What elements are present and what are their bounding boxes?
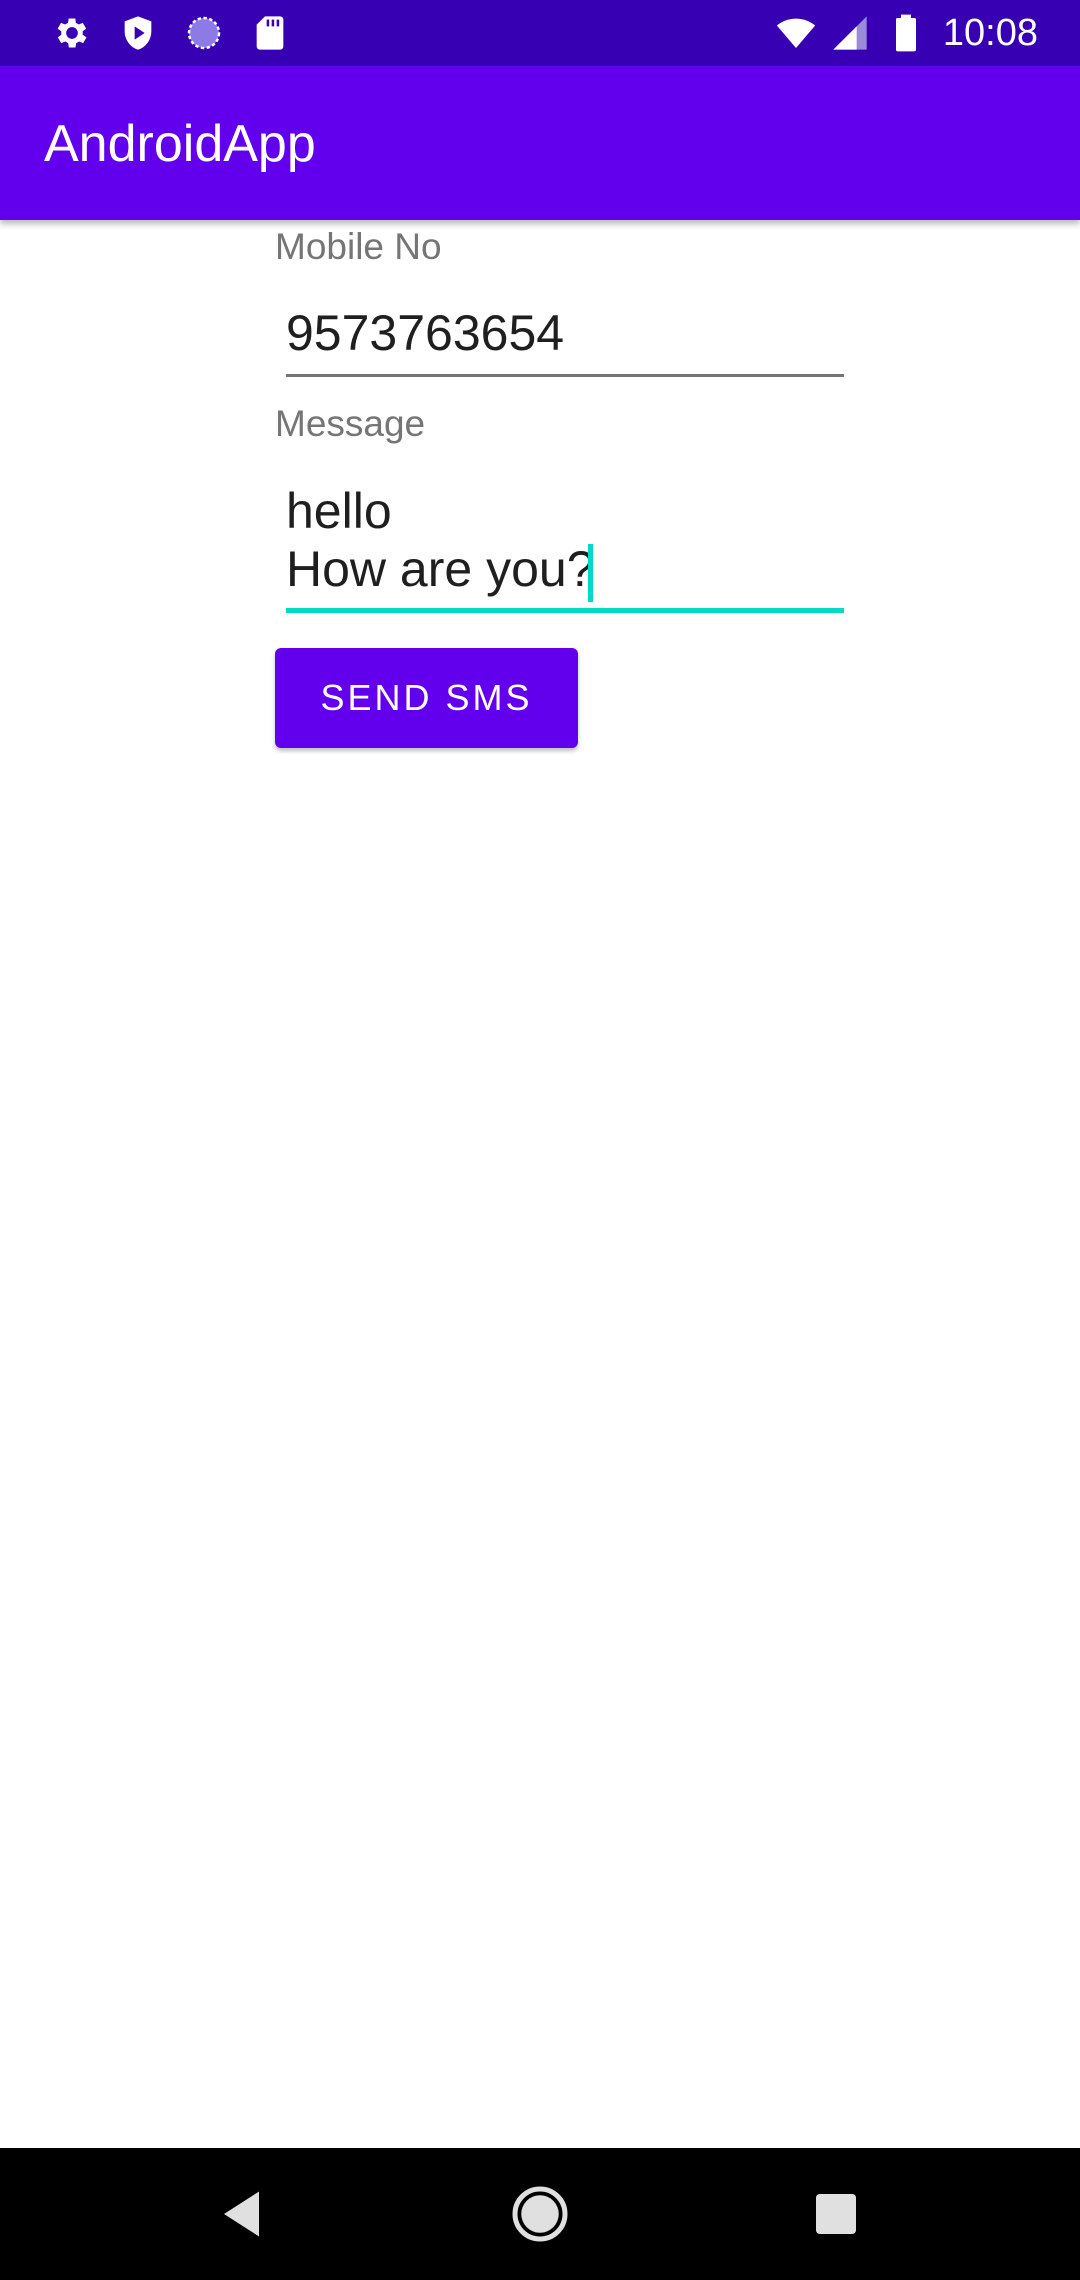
text-cursor bbox=[588, 544, 593, 602]
recents-icon[interactable] bbox=[806, 2184, 866, 2244]
send-sms-button[interactable]: SEND SMS bbox=[275, 648, 578, 748]
home-icon[interactable] bbox=[510, 2184, 570, 2244]
mobile-no-input[interactable]: 9573763654 bbox=[286, 304, 844, 377]
app-bar: AndroidApp bbox=[0, 66, 1080, 220]
message-line-1: hello bbox=[286, 483, 392, 539]
message-line-2: How are you? bbox=[286, 541, 595, 597]
battery-icon bbox=[886, 13, 926, 53]
mobile-no-label: Mobile No bbox=[275, 226, 442, 267]
mobile-no-value: 9573763654 bbox=[286, 305, 565, 361]
message-input[interactable]: hello How are you? bbox=[286, 482, 844, 613]
loading-circle-icon bbox=[184, 13, 224, 53]
message-label: Message bbox=[275, 403, 426, 444]
status-bar: 10:08 bbox=[0, 0, 1080, 66]
app-title: AndroidApp bbox=[44, 115, 316, 173]
gear-icon bbox=[52, 13, 92, 53]
navigation-bar bbox=[0, 2148, 1080, 2280]
status-time: 10:08 bbox=[942, 12, 1038, 54]
sd-card-icon bbox=[250, 13, 290, 53]
shield-play-icon bbox=[118, 13, 158, 53]
signal-icon bbox=[830, 13, 870, 53]
wifi-icon bbox=[776, 13, 816, 53]
phone-screen: 10:08 AndroidApp Mobile No 9573763654 Me… bbox=[0, 0, 1080, 2280]
back-icon[interactable] bbox=[214, 2184, 274, 2244]
